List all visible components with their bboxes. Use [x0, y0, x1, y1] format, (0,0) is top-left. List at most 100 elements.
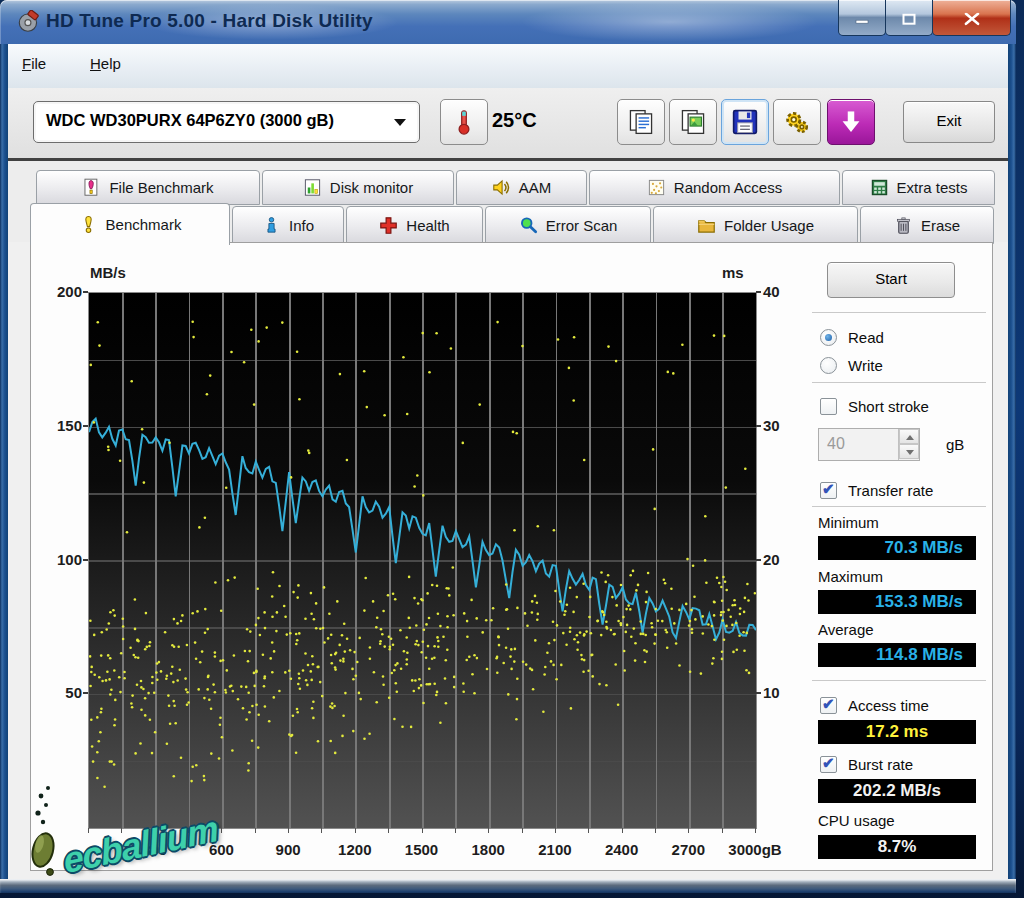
burst-rate-checkbox[interactable]: ✔	[820, 756, 837, 773]
folder-usage-icon	[697, 216, 716, 235]
maximize-button[interactable]	[885, 0, 933, 36]
extra-tests-icon	[870, 178, 889, 197]
drive-select-value: WDC WD30PURX 64P6ZY0 (3000 gB)	[46, 111, 334, 130]
tab-label: Folder Usage	[724, 217, 814, 234]
write-radio-label[interactable]: Write	[848, 357, 883, 374]
tab-label: Random Access	[674, 179, 782, 196]
menu-item-help[interactable]: Help	[90, 55, 121, 72]
tab-health[interactable]: Health	[346, 206, 483, 244]
tab-random-access[interactable]: Random Access	[589, 170, 840, 205]
average-label: Average	[818, 621, 874, 638]
tab-folder-usage[interactable]: Folder Usage	[653, 206, 858, 244]
close-icon	[964, 12, 980, 25]
save-icon	[732, 109, 758, 135]
tab-file-benchmark[interactable]: File Benchmark	[36, 170, 260, 205]
erase-icon	[894, 216, 913, 235]
maximize-icon	[902, 13, 916, 25]
error-scan-icon	[519, 216, 538, 235]
tab-disk-monitor[interactable]: Disk monitor	[262, 170, 454, 205]
tab-strip: File Benchmark Disk monitor AAM Random Acce…	[8, 161, 1008, 242]
drive-select[interactable]: WDC WD30PURX 64P6ZY0 (3000 gB)	[33, 101, 420, 143]
read-radio-label[interactable]: Read	[848, 329, 884, 346]
minimum-value: 70.3 MB/s	[818, 536, 976, 560]
spinner-down-button[interactable]	[899, 444, 919, 459]
tab-label: Erase	[921, 217, 960, 234]
temperature-button[interactable]	[440, 99, 488, 145]
tab-extra-tests[interactable]: Extra tests	[842, 170, 995, 205]
burst-rate-label[interactable]: Burst rate	[848, 756, 913, 773]
exit-button[interactable]: Exit	[903, 101, 995, 143]
spinner-up-icon	[906, 435, 914, 440]
benchmark-icon	[79, 215, 98, 234]
short-stroke-size-input[interactable]: 40	[818, 428, 920, 461]
burst-rate-checkmark: ✔	[822, 754, 835, 772]
separator	[812, 312, 986, 313]
tab-erase[interactable]: Erase	[860, 206, 994, 244]
minimum-label: Minimum	[818, 514, 879, 531]
separator	[812, 680, 986, 681]
short-stroke-label[interactable]: Short stroke	[848, 398, 929, 415]
toolbar: WDC WD30PURX 64P6ZY0 (3000 gB) 25°C Exit	[8, 88, 1008, 161]
minimize-button[interactable]	[838, 0, 886, 36]
y-right-tick-label: 40	[763, 283, 807, 300]
write-radio[interactable]	[820, 357, 837, 374]
save-button[interactable]	[721, 99, 769, 145]
spinner-down-icon	[906, 450, 914, 455]
y-axis-tick-mark	[756, 425, 761, 427]
chart-plot-svg	[89, 293, 756, 828]
access-time-checkbox[interactable]: ✔	[820, 697, 837, 714]
y-right-tick-label: 10	[763, 684, 807, 701]
tab-benchmark[interactable]: Benchmark	[30, 203, 230, 245]
read-radio[interactable]	[820, 329, 837, 346]
y-left-tick-label: 200	[38, 283, 82, 300]
options-icon	[784, 109, 810, 135]
spinner-up-button[interactable]	[899, 429, 919, 444]
spinner-buttons	[898, 429, 919, 460]
start-button[interactable]: Start	[827, 262, 955, 298]
short-stroke-checkbox[interactable]	[820, 398, 837, 415]
benchmark-plot	[88, 292, 757, 829]
info-icon	[262, 216, 281, 235]
tab-label: Info	[289, 217, 314, 234]
download-button[interactable]	[827, 99, 875, 145]
window-border-left	[0, 44, 8, 879]
tab-label: Benchmark	[106, 216, 182, 233]
tab-label: AAM	[519, 179, 552, 196]
menu-item-file[interactable]: File	[22, 55, 46, 72]
y-axis-tick-mark	[756, 559, 761, 561]
tab-aam[interactable]: AAM	[456, 170, 587, 205]
y-right-tick-label: 30	[763, 417, 807, 434]
disk-monitor-icon	[303, 178, 322, 197]
download-icon	[838, 109, 864, 135]
window-title: HD Tune Pro 5.00 - Hard Disk Utility	[46, 10, 373, 32]
tab-label: Health	[406, 217, 449, 234]
y-axis-right-unit: ms	[722, 264, 744, 281]
short-stroke-unit-label: gB	[946, 436, 964, 453]
file-benchmark-icon	[82, 178, 101, 197]
options-button[interactable]	[773, 99, 821, 145]
health-icon	[379, 216, 398, 235]
transfer-rate-label[interactable]: Transfer rate	[848, 482, 933, 499]
tab-label: File Benchmark	[109, 179, 213, 196]
maximum-value: 153.3 MB/s	[818, 590, 976, 614]
access-time-label[interactable]: Access time	[848, 697, 929, 714]
copy-image-button[interactable]	[669, 99, 717, 145]
maximum-label: Maximum	[818, 568, 883, 585]
close-button[interactable]	[932, 0, 1011, 36]
tab-label: Error Scan	[546, 217, 618, 234]
thermometer-icon	[451, 107, 477, 137]
y-left-tick-label: 50	[38, 684, 82, 701]
access-time-value: 17.2 ms	[818, 720, 976, 744]
y-right-tick-label: 20	[763, 551, 807, 568]
tab-error-scan[interactable]: Error Scan	[485, 206, 651, 244]
read-radio-dot	[825, 334, 832, 341]
tab-info[interactable]: Info	[232, 206, 344, 244]
minimize-icon	[855, 13, 869, 25]
window-border-bottom	[0, 879, 1016, 893]
y-left-tick-label: 100	[38, 551, 82, 568]
titlebar: HD Tune Pro 5.00 - Hard Disk Utility	[0, 0, 1016, 44]
hdtune-app-icon	[17, 10, 40, 33]
cpu-usage-value: 8.7%	[818, 835, 976, 859]
copy-button[interactable]	[617, 99, 665, 145]
transfer-rate-checkbox[interactable]: ✔	[820, 482, 837, 499]
